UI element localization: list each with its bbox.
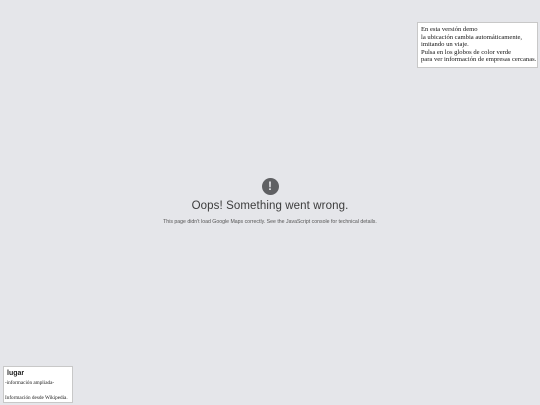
place-info-box: lugar -información ampliada- Información…: [3, 366, 73, 403]
error-detail: This page didn't load Google Maps correc…: [163, 219, 377, 225]
map-page: En esta versión demo la ubicación cambia…: [0, 0, 540, 405]
map-error-message: ! Oops! Something went wrong. This page …: [0, 177, 540, 225]
demo-note-line: para ver información de empresas cercana…: [421, 56, 537, 64]
demo-note-line: la ubicación cambia automáticamente,: [421, 33, 523, 41]
wikipedia-source-text: Información desde Wikipedia.: [5, 395, 68, 401]
demo-note-line: imitando un viaje.: [421, 41, 469, 49]
more-info-link[interactable]: -información ampliada-: [5, 380, 54, 386]
exclamation-icon: !: [261, 178, 279, 195]
demo-note-panel: En esta versión demo la ubicación cambia…: [417, 22, 538, 68]
demo-note-line: Pulsa en los globos de color verde: [421, 48, 512, 56]
place-title: lugar: [7, 370, 25, 377]
demo-note-line: En esta versión demo: [421, 26, 478, 33]
error-title: Oops! Something went wrong.: [191, 200, 349, 212]
